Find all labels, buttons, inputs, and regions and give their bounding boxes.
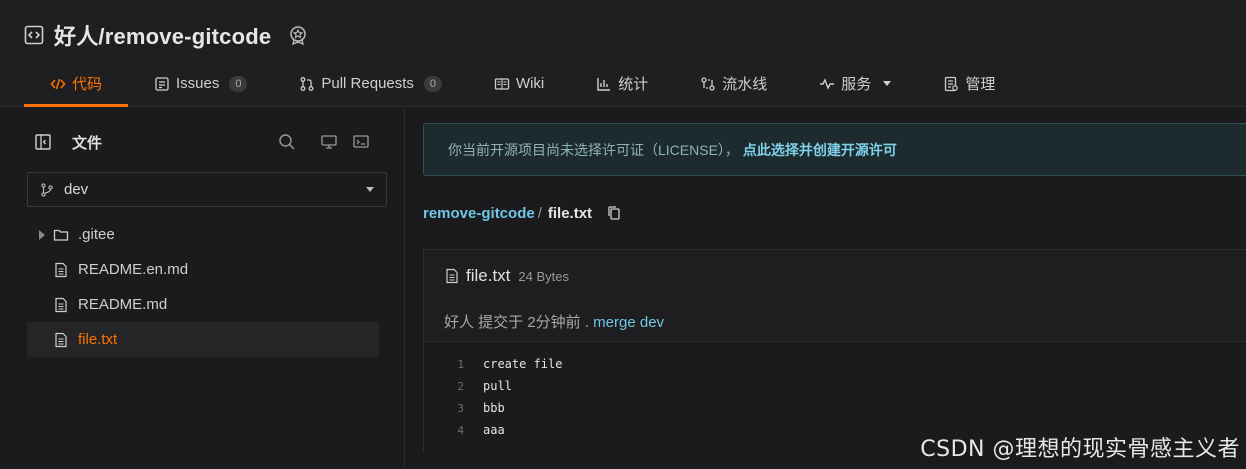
tree-item-readme[interactable]: README.md <box>27 287 379 322</box>
tab-label: Issues <box>176 75 220 92</box>
code-icon <box>50 76 66 92</box>
file-icon <box>53 297 69 313</box>
create-license-link[interactable]: 点此选择并创建开源许可 <box>743 140 897 160</box>
file-icon <box>444 268 460 284</box>
pull-request-icon <box>299 76 315 92</box>
file-viewer: file.txt 24 Bytes 好人 提交于 2分钟前 . merge de… <box>423 249 1246 453</box>
line-text: aaa <box>483 423 505 437</box>
pr-count: 0 <box>423 75 442 92</box>
code-line: 3 bbb <box>424 397 1246 419</box>
copy-icon[interactable] <box>606 205 622 221</box>
wiki-icon <box>494 76 510 92</box>
breadcrumb-separator: / <box>537 204 542 222</box>
file-sidebar: 文件 dev .gitee README.en.md README.md fil… <box>0 107 405 469</box>
branch-name: dev <box>64 181 89 198</box>
tree-item-file-txt[interactable]: file.txt <box>27 322 379 357</box>
chevron-down-icon <box>883 81 892 86</box>
manage-icon <box>943 76 959 92</box>
terminal-icon[interactable] <box>352 133 370 151</box>
tab-pull-requests[interactable]: Pull Requests 0 <box>273 60 468 107</box>
breadcrumb-current-file: file.txt <box>547 204 593 222</box>
tree-item-label: .gitee <box>78 226 115 243</box>
tab-manage[interactable]: 管理 <box>917 60 1021 107</box>
chart-icon <box>596 76 612 92</box>
pipeline-icon <box>700 76 716 92</box>
tab-label: 代码 <box>72 76 103 93</box>
commit-message-link[interactable]: merge dev <box>589 314 664 331</box>
repo-name[interactable]: 好人/remove-gitcode <box>54 19 271 51</box>
line-text: bbb <box>483 401 505 415</box>
search-icon[interactable] <box>278 133 296 151</box>
file-size: 24 Bytes <box>518 268 569 284</box>
tab-label: 统计 <box>618 76 649 93</box>
tab-label: Wiki <box>515 75 545 92</box>
branch-select[interactable]: dev <box>27 172 387 207</box>
line-number[interactable]: 4 <box>424 424 464 437</box>
sidebar-header: 文件 <box>34 131 370 153</box>
collapse-sidebar-icon[interactable] <box>34 133 52 151</box>
branch-icon <box>40 182 54 197</box>
sidebar-tools <box>278 133 370 151</box>
file-icon <box>53 332 69 348</box>
line-number[interactable]: 1 <box>424 358 464 371</box>
tab-label: 流水线 <box>722 76 768 93</box>
tab-label: Pull Requests <box>321 75 414 92</box>
tab-pipeline[interactable]: 流水线 <box>674 60 793 107</box>
badge-icon[interactable] <box>287 24 309 46</box>
code-line: 2 pull <box>424 375 1246 397</box>
main-content: 你当前开源项目尚未选择许可证（LICENSE）， 点此选择并创建开源许可 rem… <box>406 107 1246 469</box>
folder-icon <box>53 227 69 243</box>
chevron-right-icon[interactable] <box>37 229 47 240</box>
pulse-icon <box>819 76 835 92</box>
tab-issues[interactable]: Issues 0 <box>128 60 273 107</box>
tree-item-gitee[interactable]: .gitee <box>27 217 379 252</box>
commit-meta: 好人 提交于 2分钟前 . <box>444 314 590 331</box>
issues-icon <box>154 76 170 92</box>
repo-icon <box>24 25 44 45</box>
license-notice: 你当前开源项目尚未选择许可证（LICENSE）， 点此选择并创建开源许可 <box>423 123 1246 176</box>
breadcrumb-repo-link[interactable]: remove-gitcode <box>423 205 535 222</box>
tab-wiki[interactable]: Wiki <box>468 60 570 107</box>
chevron-down-icon <box>366 187 374 192</box>
sidebar-title: 文件 <box>72 134 103 152</box>
tab-label: 服务 <box>841 76 872 93</box>
tree-item-label: README.en.md <box>78 261 189 278</box>
tab-label: 管理 <box>965 76 996 93</box>
repo-header: 好人/remove-gitcode 代码 Issues 0 Pull Reque… <box>0 0 1246 107</box>
commit-info: 好人 提交于 2分钟前 . merge dev <box>444 311 664 332</box>
line-text: create file <box>483 357 563 371</box>
line-number[interactable]: 2 <box>424 380 464 393</box>
tree-item-readme-en[interactable]: README.en.md <box>27 252 379 287</box>
monitor-icon[interactable] <box>320 133 338 151</box>
file-header: file.txt 24 Bytes <box>444 266 569 286</box>
tab-code[interactable]: 代码 <box>24 60 129 107</box>
file-tree: .gitee README.en.md README.md file.txt <box>27 217 379 357</box>
watermark: CSDN @理想的现实骨感主义者 <box>920 437 1240 462</box>
line-number[interactable]: 3 <box>424 402 464 415</box>
file-icon <box>53 262 69 278</box>
notice-text: 你当前开源项目尚未选择许可证（LICENSE）， <box>448 141 739 158</box>
file-name: file.txt <box>466 266 511 285</box>
repo-title-bar: 好人/remove-gitcode <box>24 20 309 50</box>
tab-stats[interactable]: 统计 <box>570 60 674 107</box>
tree-item-label: README.md <box>78 296 168 313</box>
issues-count: 0 <box>229 75 248 92</box>
breadcrumb: remove-gitcode / file.txt <box>423 203 622 223</box>
code-line: 1 create file <box>424 353 1246 375</box>
tree-item-label: file.txt <box>78 331 118 348</box>
tab-services[interactable]: 服务 <box>793 60 917 107</box>
repo-tabs: 代码 Issues 0 Pull Requests 0 Wiki 统计 流水线 … <box>24 60 1021 107</box>
line-text: pull <box>483 379 512 393</box>
